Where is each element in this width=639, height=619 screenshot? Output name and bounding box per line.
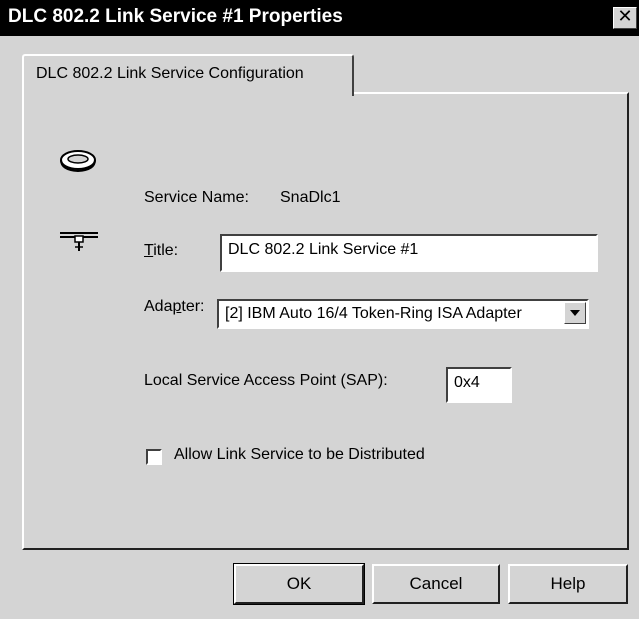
service-name-value: SnaDlc1 <box>280 189 341 206</box>
title-input[interactable]: DLC 802.2 Link Service #1 <box>220 234 598 272</box>
ok-button[interactable]: OK <box>233 563 365 605</box>
help-button[interactable]: Help <box>508 564 628 604</box>
sap-label: Local Service Access Point (SAP): <box>144 372 388 389</box>
title-label-rest: itle: <box>153 242 179 259</box>
adapter-label: Adapter: <box>144 298 205 316</box>
adapter-label-pre: Ada <box>144 298 173 315</box>
tab-link-service-configuration[interactable]: DLC 802.2 Link Service Configuration <box>22 54 354 96</box>
distribute-label[interactable]: Allow Link Service to be Distributed <box>174 446 425 464</box>
service-name-label: Service Name: <box>144 189 249 206</box>
chevron-down-icon[interactable] <box>564 302 586 324</box>
adapter-select[interactable]: [2] IBM Auto 16/4 Token-Ring ISA Adapter <box>217 299 589 329</box>
network-tap-icon <box>60 232 98 251</box>
token-ring-icon <box>60 150 96 173</box>
properties-dialog: DLC 802.2 Link Service #1 Properties ✕ D… <box>0 0 639 619</box>
adapter-select-value: [2] IBM Auto 16/4 Token-Ring ISA Adapter <box>225 305 522 322</box>
window-title: DLC 802.2 Link Service #1 Properties <box>8 6 343 27</box>
cancel-button[interactable]: Cancel <box>372 564 500 604</box>
title-label-mnemonic: T <box>144 242 154 259</box>
tab-label: DLC 802.2 Link Service Configuration <box>36 65 304 82</box>
title-label: Title: <box>144 242 178 260</box>
adapter-label-post: ter: <box>181 298 205 315</box>
distribute-checkbox[interactable] <box>146 449 162 465</box>
close-icon[interactable]: ✕ <box>613 7 637 29</box>
tab-panel: Service Name: SnaDlc1 Title: DLC 802.2 L… <box>22 92 629 550</box>
title-bar[interactable]: DLC 802.2 Link Service #1 Properties ✕ <box>0 0 639 36</box>
sap-input[interactable]: 0x4 <box>446 367 512 403</box>
